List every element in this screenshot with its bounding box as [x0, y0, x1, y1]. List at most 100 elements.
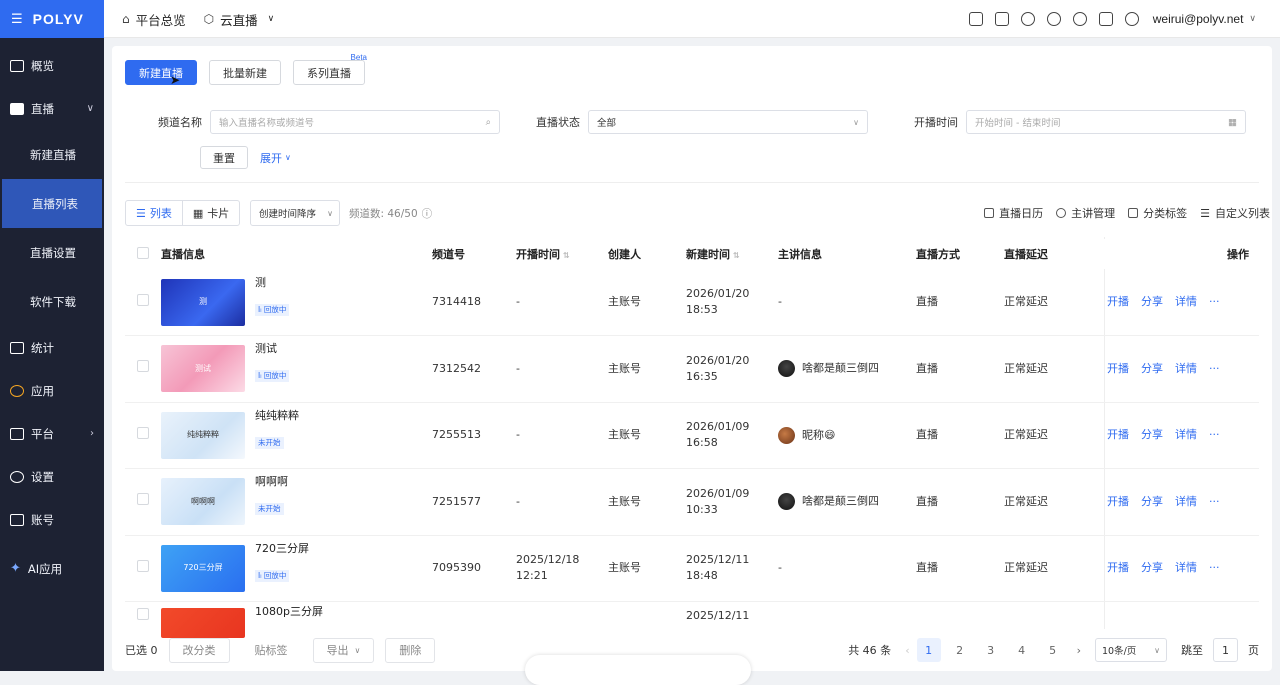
live-title[interactable]: 720三分屏 — [255, 541, 309, 557]
live-thumbnail[interactable]: 测 — [161, 278, 245, 326]
sidebar-item-live-list[interactable]: 直播列表 — [2, 179, 102, 228]
sort-select[interactable]: 创建时间降序 ∨ — [250, 200, 340, 226]
globe-icon[interactable] — [1124, 12, 1139, 26]
page-2[interactable]: 2 — [948, 638, 972, 662]
reset-button[interactable]: 重置 — [200, 146, 248, 169]
select-all-checkbox[interactable] — [137, 246, 149, 259]
op-more[interactable]: ··· — [1209, 561, 1220, 574]
op-share[interactable]: 分享 — [1141, 295, 1163, 308]
col-start-time[interactable]: 开播时间 ⇅ — [516, 239, 608, 269]
row-checkbox[interactable] — [137, 493, 149, 506]
live-thumbnail[interactable]: 720三分屏 — [161, 544, 245, 592]
delete-button[interactable]: 删除 — [385, 637, 436, 663]
sidebar-item-settings[interactable]: 设置 — [0, 455, 104, 498]
page-5[interactable]: 5 — [1041, 638, 1065, 662]
export-button[interactable]: 导出 ∨ — [312, 637, 375, 663]
batch-create-button[interactable]: 批量新建 — [209, 60, 281, 85]
row-checkbox[interactable] — [137, 608, 149, 620]
table-row[interactable]: 测 测 Iₗ 回放中 7314418 - 主账号 2026/01/20 18:5… — [125, 269, 1259, 336]
col-created-time[interactable]: 新建时间 ⇅ — [686, 239, 778, 269]
op-detail[interactable]: 详情 — [1175, 362, 1197, 375]
op-more[interactable]: ··· — [1209, 428, 1220, 441]
op-detail[interactable]: 详情 — [1175, 428, 1197, 441]
jump-input[interactable]: 1 — [1213, 638, 1238, 662]
task-icon[interactable] — [968, 12, 983, 26]
sidebar-item-apps[interactable]: 应用 — [0, 369, 104, 412]
op-detail[interactable]: 详情 — [1175, 495, 1197, 508]
live-title[interactable]: 啊啊啊 — [255, 474, 288, 490]
nav-cloud-live[interactable]: ⬡ 云直播 ∨ — [204, 10, 275, 29]
row-checkbox[interactable] — [137, 559, 149, 572]
live-thumbnail[interactable]: 测试 — [161, 345, 245, 393]
channel-name-input[interactable]: 输入直播名称或频道号 ⌕ — [210, 110, 500, 134]
live-calendar-link[interactable]: 直播日历 — [984, 205, 1043, 221]
op-more[interactable]: ··· — [1209, 295, 1220, 308]
op-more[interactable]: ··· — [1209, 495, 1220, 508]
page-3[interactable]: 3 — [979, 638, 1003, 662]
change-category-button[interactable]: 改分类 — [168, 637, 230, 663]
list-view-tab[interactable]: ☰ 列表 — [126, 201, 183, 225]
card-icon[interactable] — [1098, 12, 1113, 26]
page-1[interactable]: 1 — [916, 638, 941, 662]
page-size-select[interactable]: 10条/页 ∨ — [1095, 638, 1167, 662]
live-title[interactable]: 1080p三分屏 — [255, 604, 323, 620]
card-view-tab[interactable]: ▦ 卡片 — [183, 201, 239, 225]
table-row[interactable]: 纯纯粹粹 纯纯粹粹 未开始 7255513 - 主账号 2026/01/09 1… — [125, 402, 1259, 469]
chevron-down-icon[interactable]: ∨ — [1249, 14, 1256, 24]
table-row[interactable]: 啊啊啊 啊啊啊 未开始 7251577 - 主账号 2026/01/09 10:… — [125, 468, 1259, 536]
help-icon[interactable] — [1072, 12, 1087, 26]
live-thumbnail[interactable]: 纯纯粹粹 — [161, 411, 245, 459]
op-detail[interactable]: 详情 — [1175, 295, 1197, 308]
chevron-right-icon[interactable]: › — [1077, 644, 1081, 657]
sidebar-item-live-settings[interactable]: 直播设置 — [0, 228, 104, 277]
bell-icon[interactable] — [1020, 12, 1035, 26]
live-title[interactable]: 测 — [255, 275, 289, 291]
category-tags-link[interactable]: 分类标签 — [1128, 205, 1187, 221]
op-share[interactable]: 分享 — [1141, 362, 1163, 375]
live-title[interactable]: 测试 — [255, 341, 289, 357]
speaker-management-link[interactable]: 主讲管理 — [1056, 205, 1115, 221]
chevron-left-icon[interactable]: ‹ — [905, 644, 909, 657]
sidebar-item-overview[interactable]: 概览 — [0, 44, 104, 87]
view-switch: ☰ 列表 ▦ 卡片 — [125, 200, 241, 226]
table-row[interactable]: 720三分屏 720三分屏 Iₗ 回放中 7095390 2025/12/18 … — [125, 535, 1259, 602]
sidebar-item-new-live[interactable]: 新建直播 — [0, 130, 104, 179]
op-start[interactable]: 开播 — [1107, 362, 1129, 375]
page-4[interactable]: 4 — [1010, 638, 1034, 662]
custom-columns-link[interactable]: ☰ 自定义列表 — [1200, 205, 1270, 221]
currency-icon[interactable] — [1046, 12, 1061, 26]
sidebar-item-stats[interactable]: 统计 — [0, 326, 104, 369]
sidebar-item-ai[interactable]: ✦ AI应用 — [0, 547, 104, 590]
op-start[interactable]: 开播 — [1107, 495, 1129, 508]
new-live-button[interactable]: 新建直播 — [125, 60, 197, 85]
series-live-button[interactable]: 系列直播 Beta — [293, 53, 367, 85]
live-thumbnail[interactable]: 啊啊啊 — [161, 478, 245, 526]
date-range-input[interactable]: 开始时间 - 结束时间 ▦ — [966, 110, 1246, 134]
live-status-select[interactable]: 全部 ∨ — [588, 110, 868, 134]
nav-platform-overview[interactable]: ⌂ 平台总览 — [122, 10, 186, 29]
add-tag-button[interactable]: 贴标签 — [241, 638, 302, 663]
live-title[interactable]: 纯纯粹粹 — [255, 408, 299, 424]
expand-link[interactable]: 展开 — [260, 150, 282, 166]
op-start[interactable]: 开播 — [1107, 295, 1129, 308]
sidebar-item-account[interactable]: 账号 — [0, 498, 104, 541]
op-share[interactable]: 分享 — [1141, 561, 1163, 574]
op-share[interactable]: 分享 — [1141, 428, 1163, 441]
user-account[interactable]: weirui@polyv.net — [1153, 12, 1244, 26]
op-share[interactable]: 分享 — [1141, 495, 1163, 508]
row-checkbox[interactable] — [137, 293, 149, 306]
op-detail[interactable]: 详情 — [1175, 561, 1197, 574]
op-more[interactable]: ··· — [1209, 362, 1220, 375]
floating-toolbar[interactable] — [525, 655, 751, 685]
op-start[interactable]: 开播 — [1107, 561, 1129, 574]
sidebar-item-live[interactable]: 直播 ∨ — [0, 87, 104, 130]
table-row[interactable]: 测试 测试 Iₗ 回放中 7312542 - 主账号 2026/01/20 16… — [125, 335, 1259, 403]
download-icon[interactable] — [994, 12, 1009, 26]
row-checkbox[interactable] — [137, 426, 149, 439]
menu-icon[interactable]: ☰ — [11, 12, 23, 27]
live-thumbnail[interactable] — [161, 608, 245, 638]
row-checkbox[interactable] — [137, 360, 149, 373]
sidebar-item-software-download[interactable]: 软件下载 — [0, 277, 104, 326]
op-start[interactable]: 开播 — [1107, 428, 1129, 441]
sidebar-item-platform[interactable]: 平台 › — [0, 412, 104, 455]
